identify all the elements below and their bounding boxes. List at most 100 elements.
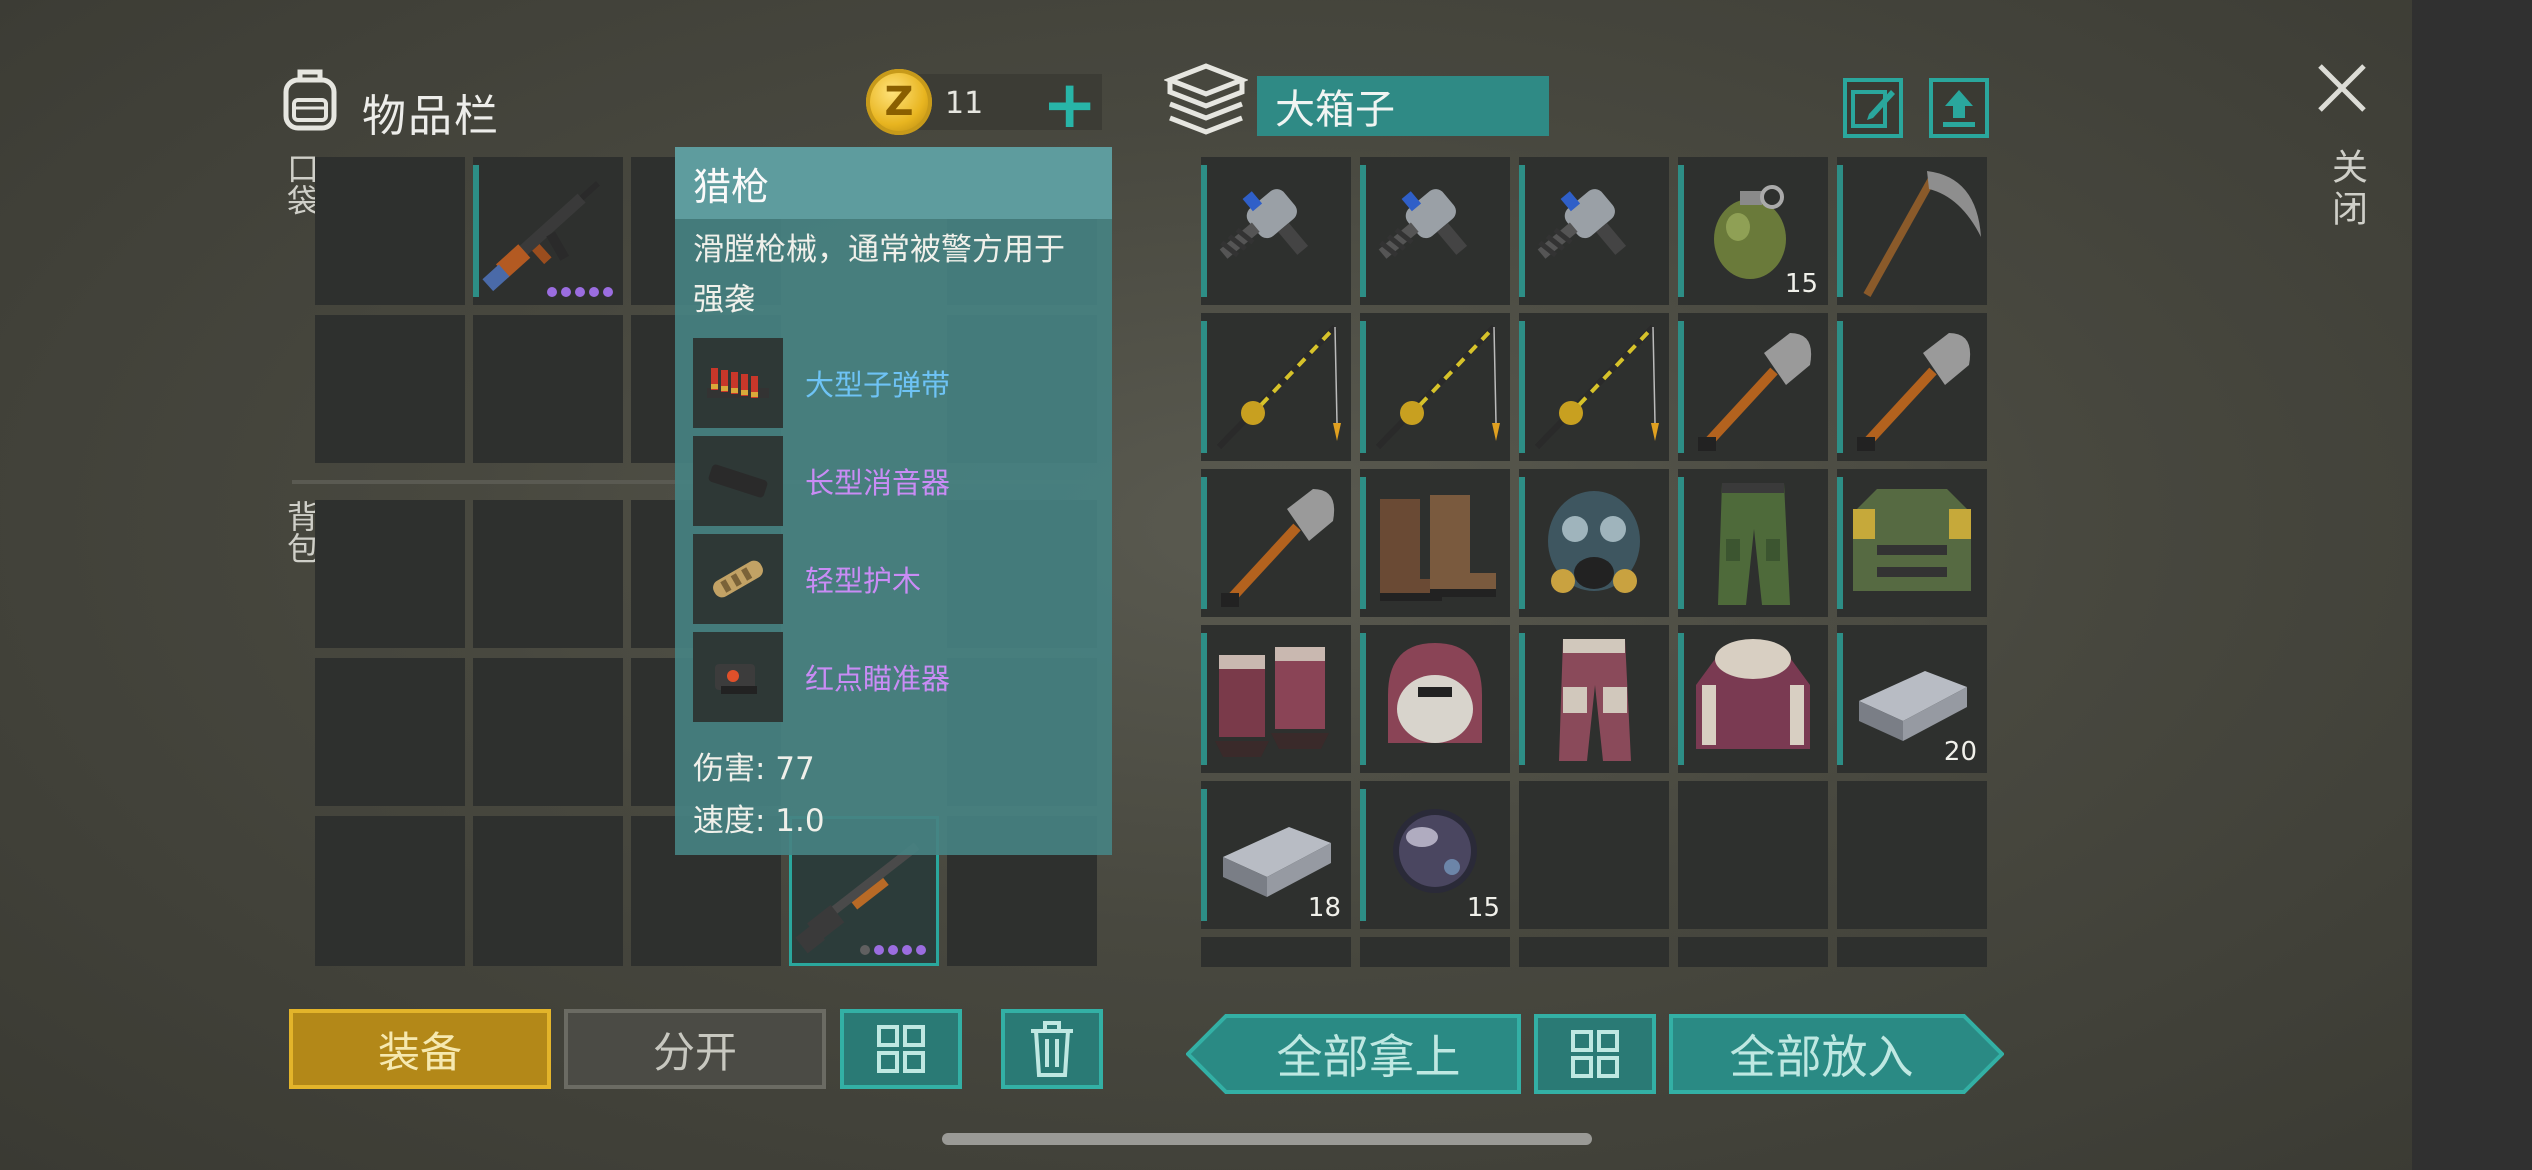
upload-icon <box>1943 90 1975 127</box>
box-slot-camo-pants[interactable] <box>1678 469 1828 617</box>
coin-count: 11 <box>945 86 984 121</box>
scythe-icon <box>1837 157 1987 309</box>
box-slot-empty[interactable] <box>1678 937 1828 967</box>
rarity-dots <box>547 287 613 297</box>
backpack-slot[interactable] <box>315 500 465 648</box>
box-slot-fishing-rod[interactable] <box>1360 313 1510 461</box>
mod-slot-sight: 红点瞄准器 <box>693 631 1093 723</box>
close-button[interactable] <box>2310 56 2374 120</box>
box-slot-fur-boots[interactable] <box>1201 625 1351 773</box>
silencer-icon <box>693 436 783 526</box>
box-slot-drill[interactable] <box>1201 157 1351 305</box>
armor-vest-icon <box>1837 469 1987 621</box>
fur-coat-icon <box>1678 625 1828 777</box>
backpack-slot[interactable] <box>473 500 623 648</box>
handguard-icon <box>693 534 783 624</box>
damage-stat: 伤害: 77 <box>693 751 815 787</box>
sort-box-button[interactable] <box>1534 1014 1656 1094</box>
coin-icon: Z <box>866 69 932 135</box>
mod-name: 大型子弹带 <box>805 368 951 402</box>
close-label: 关闭 <box>2326 148 2367 232</box>
sort-inventory-button[interactable] <box>840 1009 962 1089</box>
close-icon <box>2318 64 2366 112</box>
box-slot-iron-ingot[interactable]: 18 <box>1201 781 1351 929</box>
mod-slot-silencer: 长型消音器 <box>693 435 1093 527</box>
fishing-rod-icon <box>1519 313 1669 465</box>
add-coins-button[interactable]: + <box>1042 72 1097 138</box>
trash-icon <box>1031 1021 1073 1077</box>
box-slot-empty[interactable] <box>1201 937 1351 967</box>
backpack-slot[interactable] <box>315 816 465 966</box>
box-slot-shovel[interactable] <box>1201 469 1351 617</box>
box-slot-fishing-rod[interactable] <box>1201 313 1351 461</box>
tooltip-description: 滑膛枪械，通常被警方用于强袭 <box>693 232 1065 318</box>
box-slot-empty[interactable] <box>1837 781 1987 929</box>
mod-slot-handguard: 轻型护木 <box>693 533 1093 625</box>
grid-sort-icon <box>1571 1030 1619 1078</box>
pocket-slot[interactable] <box>473 315 623 463</box>
take-all-label: 全部拿上 <box>1276 1030 1461 1084</box>
rarity-dots <box>860 945 926 955</box>
edit-icon <box>1851 90 1895 128</box>
box-slot-iron-ingot[interactable]: 20 <box>1837 625 1987 773</box>
fur-boots-icon <box>1201 625 1351 777</box>
camo-pants-icon <box>1678 469 1828 621</box>
box-slot-fishing-rod[interactable] <box>1519 313 1669 461</box>
item-count: 18 <box>1307 893 1341 923</box>
box-slot-armor-vest[interactable] <box>1837 469 1987 617</box>
backpack-slot[interactable] <box>473 658 623 806</box>
upload-button[interactable] <box>1929 78 1989 138</box>
box-slot-shovel[interactable] <box>1837 313 1987 461</box>
rename-box-button[interactable] <box>1843 78 1903 138</box>
mod-name: 长型消音器 <box>805 466 951 500</box>
mod-slot-ammo: 大型子弹带 <box>693 337 1093 429</box>
shovel-icon <box>1678 313 1828 465</box>
home-indicator <box>942 1133 1592 1145</box>
box-slot-grenade[interactable]: 15 <box>1678 157 1828 305</box>
pocket-slot-rifle[interactable] <box>473 157 623 305</box>
equip-button[interactable]: 装备 <box>289 1009 551 1089</box>
right-edge-strip <box>2412 0 2532 1170</box>
box-slot-drill[interactable] <box>1519 157 1669 305</box>
item-tooltip: 猎枪 滑膛枪械，通常被警方用于强袭 大型子弹带 长型消音器 轻型护木 红点瞄准器… <box>675 147 1112 855</box>
pocket-slot[interactable] <box>315 157 465 305</box>
item-count: 15 <box>1466 893 1500 923</box>
pocket-slot[interactable] <box>315 315 465 463</box>
drill-icon <box>1201 157 1351 309</box>
backpack-icon <box>278 66 342 132</box>
box-slot-empty[interactable] <box>1837 937 1987 967</box>
box-slot-lens[interactable]: 15 <box>1360 781 1510 929</box>
box-slot-empty[interactable] <box>1519 781 1669 929</box>
fishing-rod-icon <box>1201 313 1351 465</box>
box-slot-empty[interactable] <box>1519 937 1669 967</box>
box-slot-empty[interactable] <box>1678 781 1828 929</box>
delete-button[interactable] <box>1001 1009 1103 1089</box>
item-count: 20 <box>1943 737 1977 767</box>
box-slot-fur-pants[interactable] <box>1519 625 1669 773</box>
box-slot-drill[interactable] <box>1360 157 1510 305</box>
take-all-button[interactable]: 全部拿上 <box>1186 1014 1521 1094</box>
ammo-belt-icon <box>693 338 783 428</box>
gas-mask-icon <box>1519 469 1669 621</box>
box-slot-fur-coat[interactable] <box>1678 625 1828 773</box>
backpack-slot[interactable] <box>473 816 623 966</box>
box-slot-scythe[interactable] <box>1837 157 1987 305</box>
box-slot-empty[interactable] <box>1360 937 1510 967</box>
put-all-button[interactable]: 全部放入 <box>1669 1014 2004 1094</box>
shovel-icon <box>1837 313 1987 465</box>
box-slot-shovel[interactable] <box>1678 313 1828 461</box>
shovel-icon <box>1201 469 1351 621</box>
box-name-field[interactable]: 大箱子 <box>1257 76 1549 136</box>
fur-hat-icon <box>1360 625 1510 777</box>
mod-name: 红点瞄准器 <box>805 662 951 696</box>
assault-rifle-icon <box>482 181 600 292</box>
box-slot-boots[interactable] <box>1360 469 1510 617</box>
split-button[interactable]: 分开 <box>564 1009 826 1089</box>
grid-sort-icon <box>877 1025 925 1073</box>
inventory-title: 物品栏 <box>362 91 500 142</box>
speed-stat: 速度: 1.0 <box>693 803 825 839</box>
backpack-slot[interactable] <box>315 658 465 806</box>
box-slot-fur-hat[interactable] <box>1360 625 1510 773</box>
item-count: 15 <box>1784 269 1818 299</box>
box-slot-gas-mask[interactable] <box>1519 469 1669 617</box>
